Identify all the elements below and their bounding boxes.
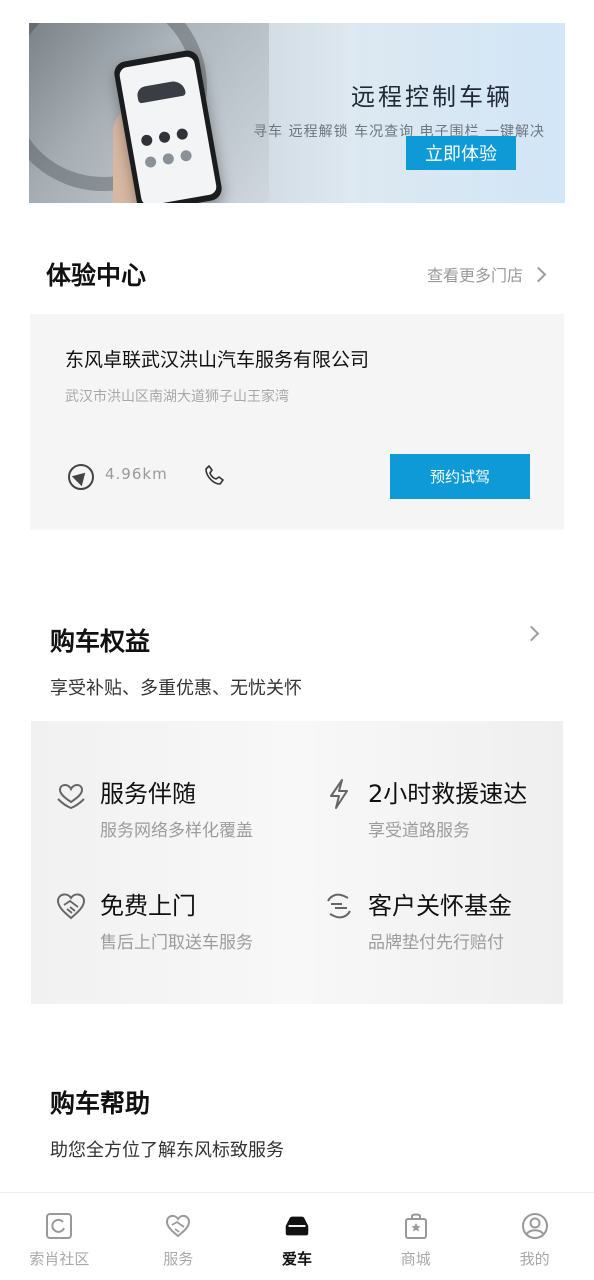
lightning-icon [321, 776, 357, 812]
tab-label: 爱车 [281, 1250, 312, 1268]
tab-service[interactable]: 服务 [119, 1193, 238, 1280]
purchase-benefits-title: 购车权益 [50, 627, 151, 656]
store-distance: 4.96km [105, 465, 168, 483]
exchange-icon [321, 888, 357, 924]
book-test-drive-button[interactable]: 预约试驾 [390, 454, 530, 499]
benefit-desc: 服务网络多样化覆盖 [100, 821, 253, 841]
tab-profile[interactable]: 我的 [475, 1193, 594, 1280]
view-more-stores-label: 查看更多门店 [426, 266, 523, 285]
bottom-tab-bar: 索肖社区 服务 爱车 商城 我的 [0, 1192, 594, 1280]
benefit-desc: 品牌垫付先行赔付 [368, 933, 504, 953]
banner-title: 远程控制车辆 [351, 83, 513, 111]
profile-icon [520, 1211, 550, 1241]
page: 远程控制车辆 寻车 远程解锁 车况查询 电子围栏 一键解决 立即体验 体验中心 … [0, 0, 594, 1280]
tab-community[interactable]: 索肖社区 [0, 1193, 119, 1280]
navigation-icon[interactable] [68, 464, 94, 490]
tab-mall[interactable]: 商城 [356, 1193, 475, 1280]
heart-hands-icon [53, 776, 89, 812]
community-icon [44, 1211, 74, 1241]
chevron-right-icon[interactable] [523, 625, 540, 642]
benefit-title: 服务伴随 [100, 780, 196, 808]
purchase-benefits-description: 享受补贴、多重优惠、无忧关怀 [50, 678, 302, 699]
purchase-help-description: 助您全方位了解东风标致服务 [50, 1140, 284, 1161]
purchase-help-title: 购车帮助 [50, 1089, 151, 1118]
benefits-panel: 服务伴随 服务网络多样化覆盖 2小时救援速达 享受道路服务 免费上门 售后上门取… [31, 721, 563, 1004]
store-address: 武汉市洪山区南湖大道狮子山王家湾 [65, 389, 289, 405]
service-icon [163, 1211, 193, 1241]
benefit-desc: 售后上门取送车服务 [100, 933, 253, 953]
handshake-icon [53, 888, 89, 924]
remote-control-banner[interactable]: 远程控制车辆 寻车 远程解锁 车况查询 电子围栏 一键解决 立即体验 [29, 23, 565, 203]
chevron-right-icon [530, 266, 547, 282]
shopping-bag-icon [401, 1211, 431, 1241]
tab-label: 我的 [519, 1250, 550, 1268]
benefit-desc: 享受道路服务 [368, 821, 470, 841]
experience-center-title: 体验中心 [46, 261, 147, 290]
car-icon [282, 1211, 312, 1241]
tab-label: 索肖社区 [29, 1250, 90, 1268]
tab-label: 服务 [163, 1250, 194, 1268]
phone-icon[interactable] [204, 464, 224, 486]
view-more-stores-link[interactable]: 查看更多门店 [426, 262, 547, 286]
try-now-button[interactable]: 立即体验 [406, 136, 516, 170]
benefit-title: 客户关怀基金 [368, 892, 512, 920]
tab-label: 商城 [400, 1250, 431, 1268]
store-name: 东风卓联武汉洪山汽车服务有限公司 [65, 349, 370, 371]
benefit-title: 2小时救援速达 [368, 780, 528, 808]
tab-car[interactable]: 爱车 [238, 1193, 357, 1280]
benefit-title: 免费上门 [100, 892, 196, 920]
store-card[interactable]: 东风卓联武汉洪山汽车服务有限公司 武汉市洪山区南湖大道狮子山王家湾 4.96km… [30, 314, 564, 530]
